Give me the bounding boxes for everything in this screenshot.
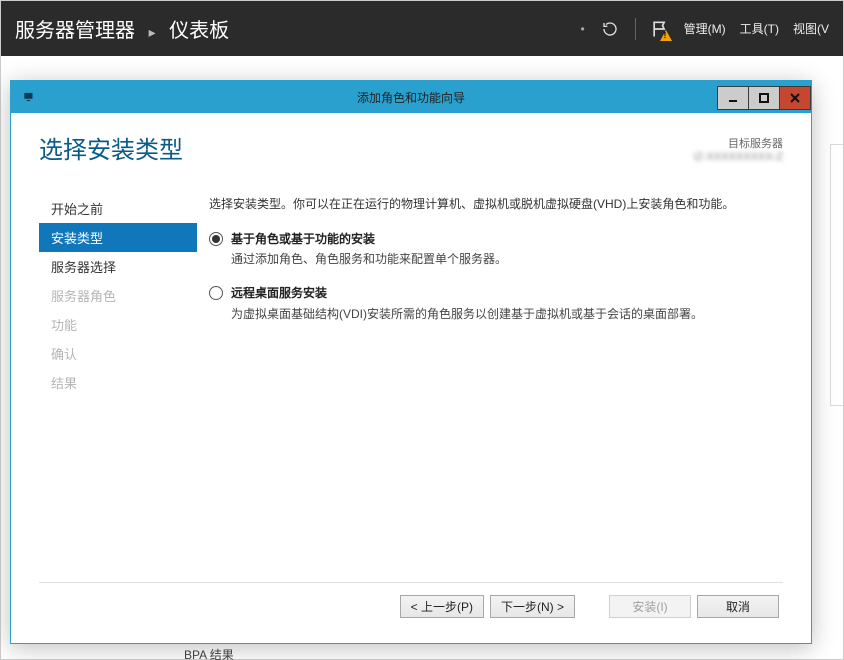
option-title: 基于角色或基于功能的安装 [231, 229, 507, 249]
wizard-nav-item[interactable]: 服务器选择 [39, 252, 197, 281]
next-button[interactable]: 下一步(N) > [490, 595, 575, 618]
dialog-title-bar[interactable]: 添加角色和功能向导 [11, 81, 811, 113]
wizard-nav-item: 功能 [39, 310, 197, 339]
menu-tools[interactable]: 工具(T) [740, 20, 779, 37]
add-roles-wizard-dialog: 添加角色和功能向导 选择安装类型 目标服务器 iZ-XXXXXXXXX-Z 开始… [10, 80, 812, 644]
target-server-info: 目标服务器 iZ-XXXXXXXXX-Z [694, 135, 783, 163]
wizard-nav-item[interactable]: 开始之前 [39, 194, 197, 223]
dialog-title: 添加角色和功能向导 [11, 89, 811, 106]
radio-icon[interactable] [209, 232, 223, 246]
cancel-button[interactable]: 取消 [697, 595, 779, 618]
target-server-name: iZ-XXXXXXXXX-Z [694, 151, 783, 163]
page-heading: 选择安装类型 [39, 135, 183, 166]
install-button: 安装(I) [609, 595, 691, 618]
notification-flag-icon[interactable] [650, 19, 670, 39]
app-title-left: 服务器管理器 [15, 20, 135, 42]
intro-text: 选择安装类型。你可以在正在运行的物理计算机、虚拟机或脱机虚拟硬盘(VHD)上安装… [209, 194, 771, 214]
menu-manage[interactable]: 管理(M) [684, 20, 726, 37]
option-description: 通过添加角色、角色服务和功能来配置单个服务器。 [231, 249, 507, 269]
dialog-footer: < 上一步(P) 下一步(N) > 安装(I) 取消 [39, 582, 783, 629]
radio-icon[interactable] [209, 286, 223, 300]
window-maximize-button[interactable] [748, 86, 780, 110]
toolbar-dot: • [580, 22, 584, 36]
breadcrumb-chevron-icon: ▸ [149, 24, 156, 40]
previous-button[interactable]: < 上一步(P) [400, 595, 484, 618]
window-close-button[interactable] [779, 86, 811, 110]
window-minimize-button[interactable] [717, 86, 749, 110]
target-server-label: 目标服务器 [694, 135, 783, 151]
app-bar: 服务器管理器 ▸ 仪表板 • 管理(M) 工具(T) 视图(V [1, 1, 843, 56]
dialog-app-icon [17, 85, 41, 109]
bpa-results-label: BPA 结果 [184, 646, 234, 660]
app-title-right: 仪表板 [169, 20, 229, 42]
wizard-nav-item: 结果 [39, 368, 197, 397]
refresh-icon[interactable] [599, 18, 621, 40]
background-panel-fragment [830, 144, 843, 406]
option-title: 远程桌面服务安装 [231, 283, 703, 303]
menu-view[interactable]: 视图(V [793, 20, 829, 37]
wizard-content: 选择安装类型。你可以在正在运行的物理计算机、虚拟机或脱机虚拟硬盘(VHD)上安装… [197, 194, 783, 582]
wizard-nav-item: 服务器角色 [39, 281, 197, 310]
wizard-nav: 开始之前安装类型服务器选择服务器角色功能确认结果 [39, 194, 197, 582]
option-description: 为虚拟桌面基础结构(VDI)安装所需的角色服务以创建基于虚拟机或基于会话的桌面部… [231, 304, 703, 324]
install-type-option[interactable]: 远程桌面服务安装为虚拟桌面基础结构(VDI)安装所需的角色服务以创建基于虚拟机或… [209, 283, 771, 324]
wizard-nav-item: 确认 [39, 339, 197, 368]
toolbar-separator [635, 18, 636, 40]
wizard-nav-item[interactable]: 安装类型 [39, 223, 197, 252]
install-type-option[interactable]: 基于角色或基于功能的安装通过添加角色、角色服务和功能来配置单个服务器。 [209, 229, 771, 270]
